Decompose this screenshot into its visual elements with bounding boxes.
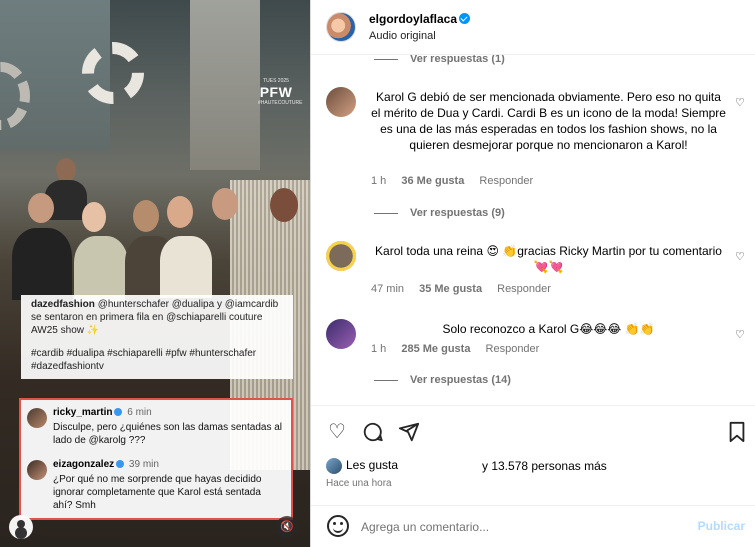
heart-icon[interactable]: ♡ bbox=[735, 97, 747, 109]
bookmark-icon[interactable] bbox=[725, 420, 749, 444]
person-figure bbox=[212, 188, 238, 220]
overlay-comment: ricky_martin 6 min Disculpe, pero ¿quién… bbox=[27, 406, 285, 456]
avatar[interactable] bbox=[326, 319, 356, 349]
view-replies-button[interactable]: Ver respuestas (14) bbox=[374, 374, 511, 386]
add-comment-bar: Publicar bbox=[311, 505, 755, 547]
person-figure bbox=[12, 228, 72, 300]
post-button[interactable]: Publicar bbox=[698, 519, 745, 533]
comment-input[interactable] bbox=[361, 516, 661, 538]
person-figure bbox=[82, 202, 106, 232]
view-replies-button[interactable]: Ver respuestas (9) bbox=[374, 207, 505, 219]
comment-time: 1 h bbox=[371, 343, 387, 355]
overlay-comment-text: ¿Por qué no me sorprende que hayas decid… bbox=[53, 474, 262, 511]
avatar[interactable] bbox=[326, 241, 356, 271]
person-figure bbox=[167, 196, 193, 228]
audio-original-link[interactable]: Audio original bbox=[369, 30, 436, 42]
comment-likes[interactable]: 285 Me gusta bbox=[401, 343, 470, 355]
overlay-comment-text: Disculpe, pero ¿quiénes son las damas se… bbox=[53, 422, 283, 446]
reply-button[interactable]: Responder bbox=[497, 283, 551, 295]
person-figure bbox=[28, 193, 54, 223]
heart-icon[interactable]: ♡ bbox=[735, 251, 747, 263]
highlighted-comments-box: ricky_martin 6 min Disculpe, pero ¿quién… bbox=[19, 398, 293, 520]
muted-speaker-icon[interactable]: 🔇 bbox=[276, 516, 298, 538]
comment-time: 47 min bbox=[371, 283, 405, 295]
decor-hoop bbox=[82, 42, 144, 104]
likes-summary[interactable]: Les gusta y 13.578 personas más bbox=[326, 458, 607, 474]
pfw-badge: TUES 2025 PFW #HAUTECOUTURE bbox=[258, 78, 303, 106]
comment-icon[interactable] bbox=[361, 420, 385, 444]
caption-hashtags: #cardib #dualipa #schiaparelli #pfw #hun… bbox=[31, 348, 257, 372]
overlay-comment-user: eizagonzalez bbox=[53, 459, 115, 470]
author-username[interactable]: elgordoylaflaca bbox=[369, 12, 457, 26]
avatar[interactable] bbox=[326, 87, 356, 117]
overlay-comment-user: ricky_martin bbox=[53, 407, 113, 418]
person-figure bbox=[160, 236, 212, 298]
avatar bbox=[27, 408, 47, 428]
likes-count[interactable]: y 13.578 personas más bbox=[482, 459, 607, 473]
avatar[interactable] bbox=[326, 12, 356, 42]
reply-button[interactable]: Responder bbox=[486, 343, 540, 355]
comment-likes[interactable]: 35 Me gusta bbox=[419, 283, 482, 295]
reply-button[interactable]: Responder bbox=[479, 175, 533, 187]
person-figure bbox=[270, 188, 298, 222]
reel-video[interactable]: TUES 2025 PFW #HAUTECOUTURE dazedfashion… bbox=[0, 0, 310, 547]
comments-list[interactable]: Ver respuestas (1) Karol G debió de ser … bbox=[311, 55, 755, 405]
heart-icon[interactable]: ♡ bbox=[735, 329, 747, 341]
instagram-post-view: TUES 2025 PFW #HAUTECOUTURE dazedfashion… bbox=[0, 0, 755, 547]
comment-text: Solo reconozco a Karol G😂😂😂 👏👏 bbox=[442, 322, 655, 336]
audience-figure bbox=[56, 158, 76, 182]
post-actions: ♡ Les gusta y 13.578 personas más Hace u… bbox=[311, 405, 755, 505]
overlay-comment-time: 39 min bbox=[128, 459, 159, 470]
overlay-comment: eizagonzalez 39 min ¿Por qué no me sorpr… bbox=[27, 458, 285, 518]
likes-prefix: Les gusta bbox=[346, 458, 399, 473]
background-panel bbox=[190, 0, 260, 170]
share-icon[interactable] bbox=[397, 420, 421, 444]
avatar bbox=[27, 460, 47, 480]
comment-likes[interactable]: 36 Me gusta bbox=[401, 175, 464, 187]
comment-text: Karol G debió de ser mencionada obviamen… bbox=[371, 90, 726, 152]
video-caption: dazedfashion @hunterschafer @dualipa y @… bbox=[21, 295, 293, 379]
verified-icon bbox=[116, 460, 125, 469]
person-figure bbox=[133, 200, 159, 232]
overlay-comment-time: 6 min bbox=[127, 407, 152, 418]
heart-icon[interactable]: ♡ bbox=[325, 420, 349, 444]
caption-user: dazedfashion bbox=[31, 299, 95, 310]
view-replies-button[interactable]: Ver respuestas (1) bbox=[374, 55, 505, 65]
comment-text: Karol toda una reina 😍 👏gracias Ricky Ma… bbox=[375, 244, 722, 274]
avatar bbox=[326, 458, 342, 474]
post-panel: elgordoylaflaca Audio original Ver respu… bbox=[310, 0, 755, 547]
author-username-row[interactable]: elgordoylaflaca bbox=[369, 12, 471, 26]
verified-icon bbox=[114, 408, 123, 417]
emoji-icon[interactable] bbox=[327, 515, 349, 537]
person-figure bbox=[74, 236, 128, 302]
post-time: Hace una hora bbox=[326, 478, 392, 489]
post-header: elgordoylaflaca Audio original bbox=[311, 0, 755, 55]
comment-time: 1 h bbox=[371, 175, 387, 187]
user-icon[interactable] bbox=[9, 515, 33, 539]
verified-icon bbox=[459, 13, 471, 24]
